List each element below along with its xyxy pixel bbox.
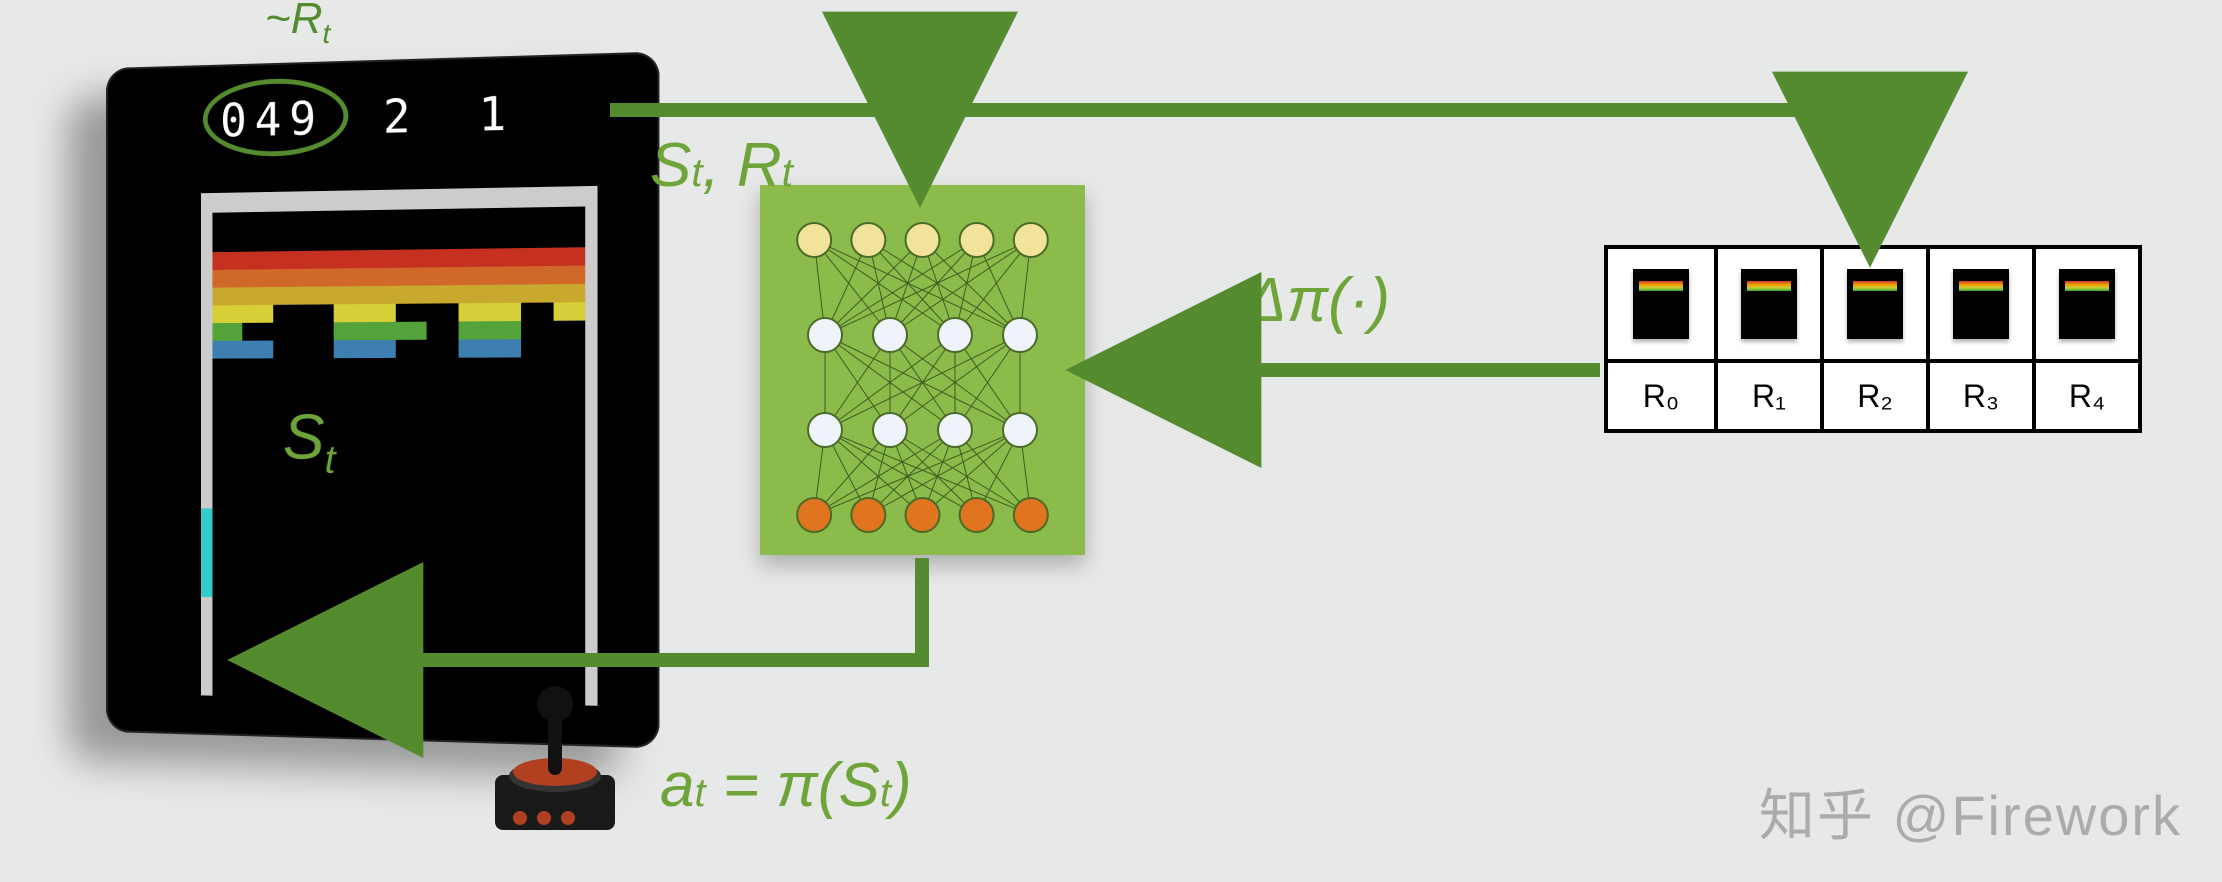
joystick-icon xyxy=(480,680,630,840)
buffer-column: R₂ xyxy=(1820,249,1926,429)
diagram-canvas: ~Rt 049 2 1 St R₀ R₁ xyxy=(0,0,2222,882)
score-text: 049 xyxy=(220,91,324,147)
brick-rows xyxy=(212,247,585,358)
buffer-column: R₀ xyxy=(1608,249,1714,429)
buffer-column: R₄ xyxy=(2032,249,2138,429)
environment-screen: 049 2 1 St xyxy=(106,52,659,749)
buffer-state-thumb xyxy=(1718,249,1820,359)
reward-approx-label: ~Rt xyxy=(265,0,330,50)
policy-update-label: Δπ(·) xyxy=(1245,265,1390,336)
agent-network xyxy=(760,185,1085,555)
action-label: at = π(St) xyxy=(660,750,912,821)
watermark: 知乎 @Firework xyxy=(1759,771,2182,852)
paddle-icon xyxy=(348,665,417,681)
lives-text: 2 xyxy=(383,89,418,144)
buffer-reward-cell: R₂ xyxy=(1824,359,1926,429)
playfield xyxy=(201,186,598,706)
buffer-state-thumb xyxy=(1608,249,1714,359)
transition-label: St, Rt xyxy=(650,130,793,201)
game-hud: 049 2 1 xyxy=(220,84,597,148)
buffer-reward-cell: R₃ xyxy=(1930,359,2032,429)
neural-net-icon xyxy=(760,185,1085,555)
replay-buffer: R₀ R₁ R₂ R₃ R₄ xyxy=(1604,245,2142,433)
buffer-column: R₁ xyxy=(1714,249,1820,429)
buffer-state-thumb xyxy=(1824,249,1926,359)
buffer-reward-cell: R₁ xyxy=(1718,359,1820,429)
state-label: St xyxy=(283,400,336,483)
buffer-reward-cell: R₀ xyxy=(1608,359,1714,429)
buffer-reward-cell: R₄ xyxy=(2036,359,2138,429)
buffer-state-thumb xyxy=(2036,249,2138,359)
wall-accent-icon xyxy=(201,508,213,597)
level-text: 1 xyxy=(478,86,514,141)
buffer-column: R₃ xyxy=(1926,249,2032,429)
score-circle-icon xyxy=(203,77,349,158)
buffer-state-thumb xyxy=(1930,249,2032,359)
